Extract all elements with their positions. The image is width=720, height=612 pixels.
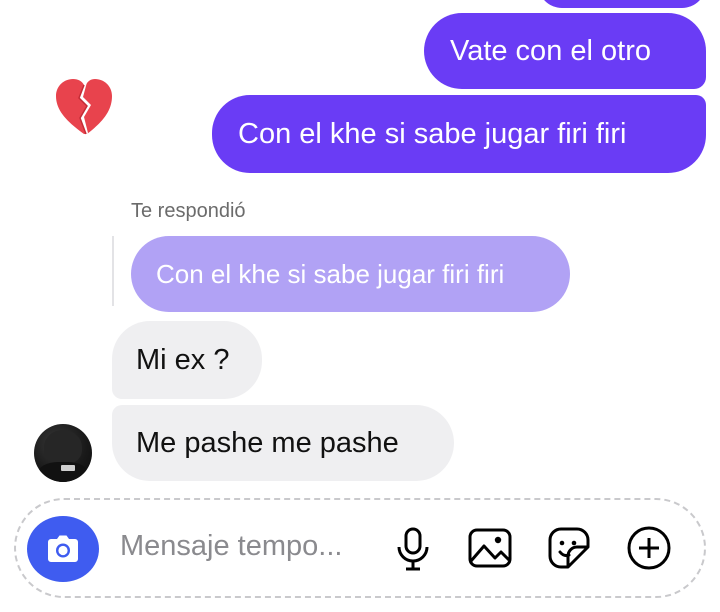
reply-label: Te respondió [131,200,246,222]
message-composer [14,498,706,598]
gallery-button[interactable] [465,523,515,573]
sent-message[interactable]: Vate con el otro [424,13,706,89]
microphone-button[interactable] [388,523,438,573]
reply-indicator-bar [112,236,114,306]
camera-icon [48,535,78,562]
sticker-button[interactable] [544,523,594,573]
received-message[interactable]: Me pashe me pashe [112,405,454,481]
sticker-icon [548,527,590,569]
received-message[interactable]: Mi ex ? [112,321,262,399]
message-input[interactable]: Mensaje tempo... [120,530,342,563]
avatar[interactable] [34,424,92,482]
microphone-icon [397,527,429,571]
quoted-message[interactable]: Con el khe si sabe jugar firi firi [131,236,570,312]
chat-thread: Vate con el otro Con el khe si sabe juga… [0,0,720,612]
camera-button[interactable] [27,516,99,582]
image-icon [468,528,512,568]
more-button[interactable] [624,523,674,573]
sent-message[interactable]: Con el khe si sabe jugar firi firi [212,95,706,173]
sent-message[interactable] [538,0,706,8]
broken-heart-reaction-icon[interactable] [52,76,116,138]
plus-circle-icon [627,526,671,570]
